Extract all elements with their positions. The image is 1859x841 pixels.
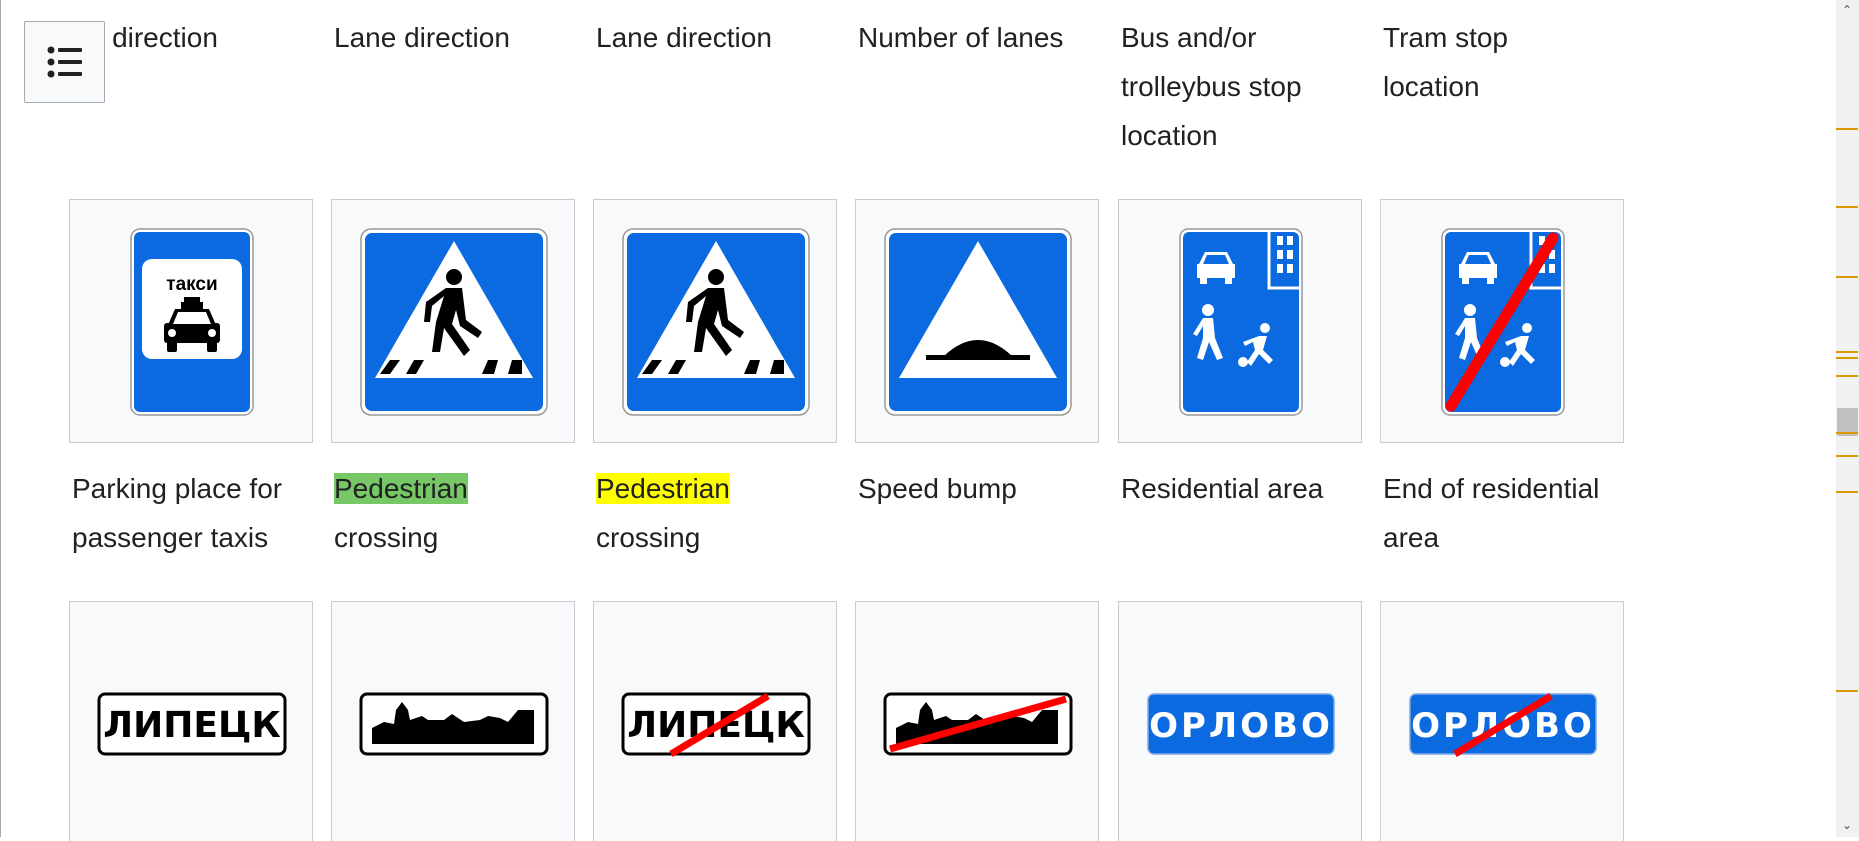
image-tile-pedestrian-crossing-1[interactable] — [331, 199, 575, 443]
svg-text:ОРЛОВО: ОРЛОВО — [1149, 706, 1333, 746]
search-match-marker — [1836, 206, 1858, 208]
sign-city-start-silhouette — [359, 692, 549, 756]
search-match-marker — [1836, 432, 1858, 434]
image-tile-village-end[interactable]: ОРЛОВО — [1380, 601, 1624, 841]
search-highlight-current: Pedestrian — [334, 473, 468, 504]
sign-pedestrian-crossing-1 — [360, 228, 548, 416]
caption-speed-bump: Speed bump — [858, 473, 1017, 504]
search-match-marker — [1836, 276, 1858, 278]
scroll-up-arrow-icon[interactable]: ⌃ — [1842, 4, 1852, 16]
search-match-marker — [1836, 357, 1858, 359]
sign-pedestrian-crossing-2 — [622, 228, 810, 416]
image-tile-city-start-silhouette[interactable] — [331, 601, 575, 841]
caption-pedestrian-crossing-1: Pedestrian crossing — [334, 473, 468, 553]
sign-village-end: ОРЛОВО — [1409, 693, 1597, 757]
image-tile-pedestrian-crossing-2[interactable] — [593, 199, 837, 443]
image-tile-taxi-parking[interactable]: такси — [69, 199, 313, 443]
search-match-marker — [1836, 491, 1858, 493]
caption-residential-area: Residential area — [1121, 473, 1324, 504]
image-tile-city-end[interactable]: ЛИПЕЦК — [593, 601, 837, 841]
toc-button[interactable] — [24, 21, 105, 103]
search-match-marker — [1836, 455, 1858, 457]
caption-pedestrian-crossing-2: Pedestrian crossing — [596, 473, 730, 553]
sign-village-start: ОРЛОВО — [1147, 693, 1335, 755]
caption-taxi-parking: Parking place for passenger taxis — [72, 473, 283, 553]
caption-bus-stop-location: Bus and/or trolleybus stop location — [1121, 22, 1302, 151]
vertical-scrollbar[interactable]: ⌃ ⌄ — [1836, 0, 1859, 837]
caption-tram-stop-location: Tram stop location — [1383, 22, 1508, 102]
svg-text:ЛИПЕЦК: ЛИПЕЦК — [103, 705, 281, 746]
search-highlight: Pedestrian — [596, 473, 730, 504]
search-match-marker — [1836, 375, 1858, 377]
image-tile-city-start[interactable]: ЛИПЕЦК — [69, 601, 313, 841]
image-tile-residential-area[interactable] — [1118, 199, 1362, 443]
search-match-marker — [1836, 690, 1858, 692]
table-of-contents-icon — [47, 46, 82, 78]
sign-speed-bump — [884, 228, 1072, 416]
sign-end-of-residential-area — [1441, 228, 1565, 416]
image-tile-end-of-residential-area[interactable] — [1380, 199, 1624, 443]
scroll-down-arrow-icon[interactable]: ⌄ — [1842, 819, 1852, 831]
image-tile-city-end-silhouette[interactable] — [855, 601, 1099, 841]
caption-number-of-lanes: Number of lanes — [858, 22, 1064, 53]
content-border — [0, 0, 1, 837]
caption-lane-direction-3: Lane direction — [596, 22, 772, 53]
image-tile-village-start[interactable]: ОРЛОВО — [1118, 601, 1362, 841]
search-match-marker — [1836, 128, 1858, 130]
sign-city-end-silhouette — [883, 692, 1073, 756]
sign-residential-area — [1179, 228, 1303, 416]
image-tile-speed-bump[interactable] — [855, 199, 1099, 443]
caption-end-of-residential-area: End of residential area — [1383, 473, 1600, 553]
caption-lane-direction-2: Lane direction — [334, 22, 510, 53]
sign-city-end: ЛИПЕЦК — [621, 692, 811, 758]
search-match-marker — [1836, 351, 1858, 353]
svg-text:такси: такси — [166, 274, 217, 295]
sign-taxi-parking: такси — [130, 228, 254, 416]
sign-city-start: ЛИПЕЦК — [97, 692, 287, 756]
